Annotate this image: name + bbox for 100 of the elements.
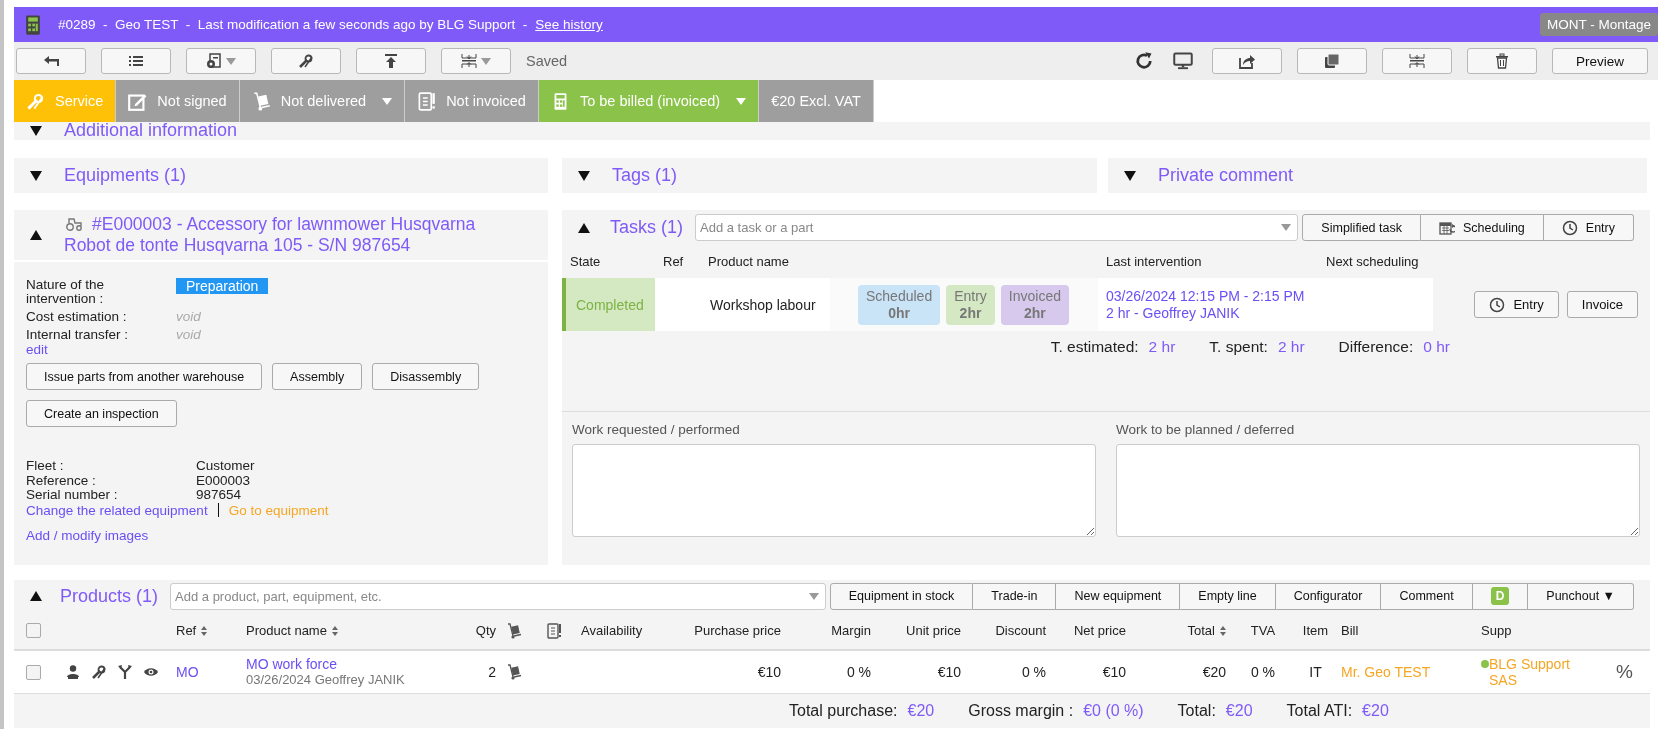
row-button[interactable]: Entry <box>1474 291 1559 318</box>
change-equipment-link[interactable]: Change the related equipment <box>26 502 208 518</box>
trash-icon <box>1494 53 1510 69</box>
history-link[interactable]: See history <box>535 17 603 32</box>
total-value: 2 hr <box>1148 338 1176 356</box>
table-cell-text: €10 <box>1101 664 1127 680</box>
toolbar-button[interactable] <box>16 48 86 74</box>
toggle-arrow-icon[interactable] <box>1124 170 1136 181</box>
split-icon <box>461 53 477 69</box>
search-field[interactable]: Add a product, part, equipment, etc. <box>170 582 826 610</box>
total-value: 0 hr <box>1423 338 1450 356</box>
table-cell: Workshop labour <box>700 278 830 331</box>
action-button[interactable]: Create an inspection <box>26 400 177 427</box>
toolbar-button[interactable] <box>1467 48 1537 74</box>
toolbar-button[interactable] <box>271 48 341 74</box>
product-link[interactable]: MO work force <box>246 656 337 672</box>
table-cell-text: IT <box>1308 664 1323 680</box>
section-title[interactable]: Tags (1) <box>612 165 678 186</box>
product-button[interactable]: Punchout ▼ <box>1528 582 1634 610</box>
toolbar-button[interactable] <box>356 48 426 74</box>
intervention-link[interactable]: 2 hr - Geoffrey JANIK <box>1106 304 1240 322</box>
field-label: Internal transfer : <box>26 328 130 342</box>
nature-tag[interactable]: Preparation <box>176 278 269 294</box>
sort-icon[interactable] <box>1220 625 1226 636</box>
column-header[interactable]: Ref <box>176 623 197 638</box>
state-cell: Completed <box>562 278 655 331</box>
checkbox[interactable] <box>26 623 41 638</box>
sort-icon[interactable] <box>331 625 338 636</box>
row-button[interactable]: Invoice <box>1566 291 1638 318</box>
back-arrow-icon <box>43 53 59 69</box>
product-button[interactable]: New equipment <box>1056 582 1181 610</box>
section-title[interactable]: Tasks (1) <box>610 217 683 238</box>
total-value: €20 <box>1362 702 1389 720</box>
toolbar-button[interactable] <box>1297 48 1367 74</box>
toggle-arrow-icon[interactable] <box>30 126 42 136</box>
person-icon[interactable] <box>65 664 81 680</box>
field-value: void <box>176 327 201 342</box>
checkbox[interactable] <box>26 664 41 680</box>
toggle-arrow-icon[interactable] <box>578 170 590 181</box>
field-label: Fleet : <box>26 459 65 474</box>
total-label: Total purchase: <box>789 702 898 720</box>
equipment-title[interactable]: #E000003 - Accessory for lawnmower Husqvarna Robot de tonte Husqvarna 105 - S/N 987654 <box>64 214 504 256</box>
product-button[interactable]: Comment <box>1381 582 1473 610</box>
column-header: Next scheduling <box>1326 254 1419 269</box>
column-header[interactable]: Total <box>1187 623 1215 638</box>
product-button[interactable]: Empty line <box>1180 582 1276 610</box>
product-button[interactable]: Configurator <box>1275 582 1382 610</box>
field-label: Work requested / performed <box>572 422 741 437</box>
sort-icon[interactable] <box>201 625 208 636</box>
field-label: Reference : <box>26 473 97 488</box>
preview-button[interactable]: Preview <box>1552 48 1648 74</box>
action-button[interactable]: Assembly <box>272 363 363 390</box>
column-header: State <box>570 254 601 269</box>
toggle-arrow-icon[interactable] <box>30 170 42 181</box>
field-value: void <box>176 309 201 324</box>
refresh-icon[interactable] <box>1134 51 1154 71</box>
section-title[interactable]: Equipments (1) <box>64 165 187 186</box>
edit-link[interactable]: edit <box>26 342 48 357</box>
column-header: Net price <box>1073 623 1126 638</box>
column-header[interactable]: Product name <box>246 623 327 638</box>
total-value: 2 hr <box>1277 338 1305 356</box>
product-button[interactable]: Equipment in stock <box>829 582 974 610</box>
task-button[interactable]: Scheduling <box>1420 214 1544 241</box>
toolbar-button[interactable] <box>1212 48 1282 74</box>
percent-button[interactable]: % <box>1610 661 1650 683</box>
action-button[interactable]: Issue parts from another warehouse <box>26 363 263 390</box>
task-button[interactable]: Entry <box>1543 214 1634 241</box>
toolbar-button[interactable] <box>186 48 256 74</box>
intervention-link[interactable]: 03/26/2024 12:15 PM - 2:15 PM <box>1106 287 1305 305</box>
field-value: E000003 <box>196 472 251 488</box>
product-button[interactable]: Trade-in <box>973 582 1057 610</box>
fork-icon[interactable] <box>117 664 133 680</box>
table-cell-text: €10 <box>936 664 962 680</box>
section-title[interactable]: Private comment <box>1158 165 1294 186</box>
ref-link[interactable]: MO <box>176 664 199 680</box>
column-header: Ref <box>663 254 684 269</box>
upload-icon <box>383 53 399 69</box>
table-cell <box>655 278 700 331</box>
list-icon <box>128 53 144 69</box>
column-header: Discount <box>995 623 1046 638</box>
monitor-icon[interactable] <box>1173 51 1193 71</box>
time-chip: Invoiced 2hr <box>1000 284 1069 325</box>
toolbar-button[interactable] <box>101 48 171 74</box>
toggle-arrow-icon[interactable] <box>30 591 42 601</box>
table-cell-text: €10 <box>756 664 782 680</box>
field-value: Customer <box>196 458 255 473</box>
task-button[interactable]: Simplified task <box>1302 214 1421 241</box>
images-link[interactable]: Add / modify images <box>26 527 149 543</box>
toggle-arrow-icon[interactable] <box>578 222 590 233</box>
column-header: Availability <box>581 623 643 638</box>
caret-icon <box>1281 224 1292 231</box>
table-cell-text: 0 % <box>1249 664 1277 680</box>
hand-truck-icon <box>506 622 522 639</box>
toggle-arrow-icon[interactable] <box>30 230 42 240</box>
invoice-icon <box>417 91 437 111</box>
action-button[interactable]: Disassembly <box>372 363 480 390</box>
search-field[interactable]: Add a task or a part <box>695 214 1299 241</box>
section-title[interactable]: Products (1) <box>60 585 159 607</box>
section-title[interactable]: Additional information <box>64 122 238 138</box>
total-value: €20 <box>1225 702 1253 720</box>
